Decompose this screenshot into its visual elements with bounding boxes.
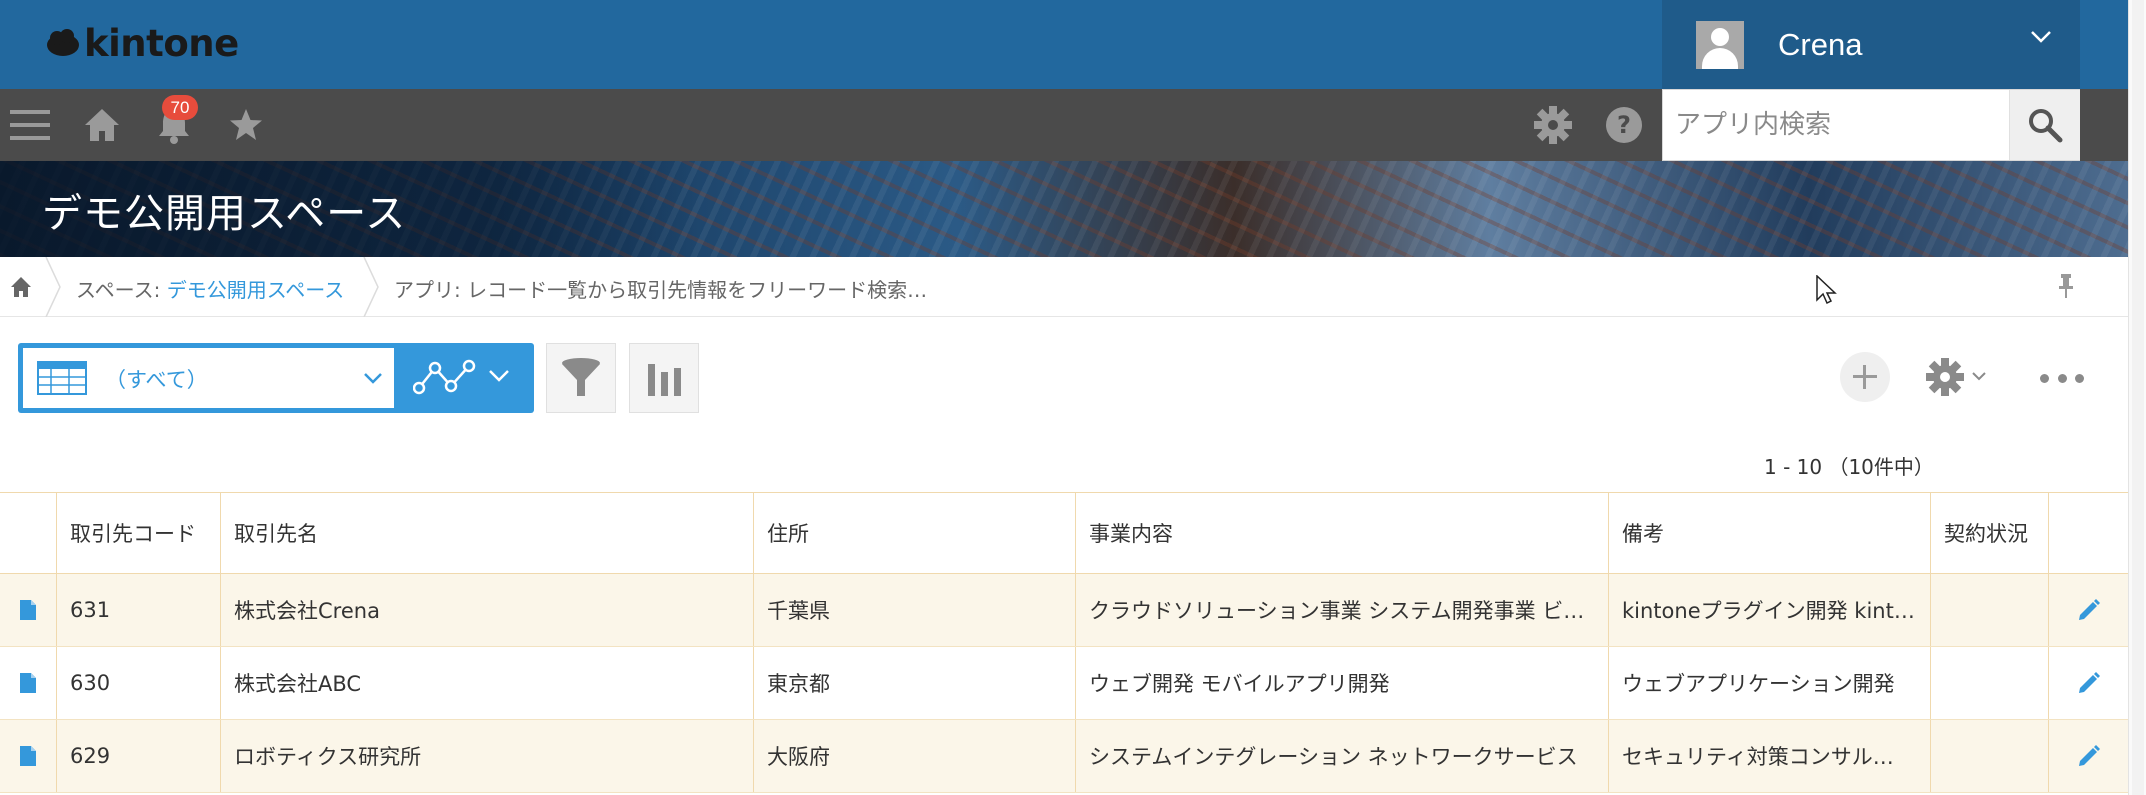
user-menu[interactable]: Crena [1662,0,2080,89]
cell-status [1931,720,2049,792]
breadcrumb-space-prefix: スペース: [76,278,167,302]
chevron-down-icon [1972,372,1986,381]
breadcrumb-separator [363,257,379,317]
help-icon[interactable]: ? [1602,89,1646,161]
gear-icon [1926,358,1964,396]
cell-address: 東京都 [754,647,1076,719]
avatar [1696,20,1744,69]
space-title: デモ公開用スペース [42,191,407,237]
home-icon[interactable] [80,89,124,161]
column-header[interactable]: 取引先名 [221,493,754,573]
table-row: 629 ロボティクス研究所 大阪府 システムインテグレーション ネットワークサー… [0,720,2128,793]
cell-address: 千葉県 [754,574,1076,646]
cell-note: セキュリティ対策コンサル… [1609,720,1931,792]
graph-icon [413,359,476,395]
add-record-button[interactable] [1840,352,1890,402]
breadcrumb-separator [45,257,61,317]
edit-pencil-icon[interactable] [2049,720,2128,792]
space-banner: デモ公開用スペース [0,161,2128,257]
edit-pencil-icon[interactable] [2049,574,2128,646]
breadcrumb-home-icon[interactable] [0,257,42,317]
kintone-logo[interactable]: kintone [46,18,239,68]
cell-code: 629 [57,720,221,792]
cell-status [1931,647,2049,719]
page-scrollbar[interactable] [2128,0,2146,795]
view-select[interactable]: （すべて） [23,348,394,408]
cell-address: 大阪府 [754,720,1076,792]
pin-icon[interactable] [2058,273,2074,299]
chevron-down-icon[interactable] [488,369,510,383]
graph-button[interactable] [408,343,482,413]
cell-name: 株式会社ABC [221,647,754,719]
svg-text:?: ? [1617,111,1631,139]
scrollbar-thumb[interactable] [2132,0,2144,795]
cell-code: 630 [57,647,221,719]
chart-icon [648,364,681,396]
chevron-down-icon [364,373,382,384]
table-header-row: 取引先コード 取引先名 住所 事業内容 備考 契約状況 [0,493,2128,574]
header-cell-actions [2049,493,2128,573]
column-header[interactable]: 事業内容 [1076,493,1609,573]
search-icon [2029,109,2063,143]
table-row: 630 株式会社ABC 東京都 ウェブ開発 モバイルアプリ開発 ウェブアプリケー… [0,647,2128,720]
search-input[interactable] [1663,90,2009,160]
chart-button[interactable] [629,343,699,413]
cell-business: ウェブ開発 モバイルアプリ開発 [1076,647,1609,719]
cell-business: クラウドソリューション事業 システム開発事業 ビ… [1076,574,1609,646]
column-header[interactable]: 契約状況 [1931,493,2049,573]
more-options-button[interactable] [2040,360,2084,396]
filter-button[interactable] [546,343,616,413]
cell-note: kintoneプラグイン開発 kint… [1609,574,1931,646]
edit-pencil-icon[interactable] [2049,647,2128,719]
mouse-cursor [1816,275,1837,305]
app-search [1662,89,2080,161]
header-cell-blank [0,493,57,573]
breadcrumb-app: アプリ: レコード一覧から取引先情報をフリーワード検索… [394,278,928,302]
filter-icon [562,358,600,396]
view-label: （すべて） [105,368,208,392]
plus-icon [1853,365,1877,389]
column-header[interactable]: 備考 [1609,493,1931,573]
breadcrumb-space-link[interactable]: デモ公開用スペース [167,278,345,302]
record-detail-icon[interactable] [0,720,57,792]
record-detail-icon[interactable] [0,647,57,719]
cell-business: システムインテグレーション ネットワークサービス [1076,720,1609,792]
cell-name: ロボティクス研究所 [221,720,754,792]
breadcrumb: スペース: デモ公開用スペース アプリ: レコード一覧から取引先情報をフリーワー… [0,257,2128,317]
user-name: Crena [1778,26,1863,62]
table-row: 631 株式会社Crena 千葉県 クラウドソリューション事業 システム開発事業… [0,574,2128,647]
menu-icon[interactable] [8,89,52,161]
cell-note: ウェブアプリケーション開発 [1609,647,1931,719]
cell-status [1931,574,2049,646]
table-view-icon [37,361,87,395]
logo-cloud-icon [47,29,79,56]
gear-icon[interactable] [1531,89,1575,161]
column-header[interactable]: 取引先コード [57,493,221,573]
column-header[interactable]: 住所 [754,493,1076,573]
cell-name: 株式会社Crena [221,574,754,646]
app-settings-button[interactable] [1925,352,1995,402]
view-selector-group: （すべて） [18,343,534,413]
top-header: kintone Crena [0,0,2128,89]
breadcrumb-space[interactable]: スペース: デモ公開用スペース [76,274,344,303]
notification-badge: 70 [162,95,198,120]
search-button[interactable] [2009,90,2080,160]
record-detail-icon[interactable] [0,574,57,646]
chevron-down-icon [2031,31,2051,43]
star-icon[interactable] [224,89,268,161]
logo-text: kintone [84,21,239,65]
kintone-app-page: kintone Crena 70 ? アプリ内検索 デモ公開用スペース スペース… [0,0,2146,795]
records-table: 取引先コード 取引先名 住所 事業内容 備考 契約状況 631 株式会社Cren… [0,492,2128,793]
cell-code: 631 [57,574,221,646]
pagination-count: 1 - 10 （10件中） [1764,455,1934,479]
